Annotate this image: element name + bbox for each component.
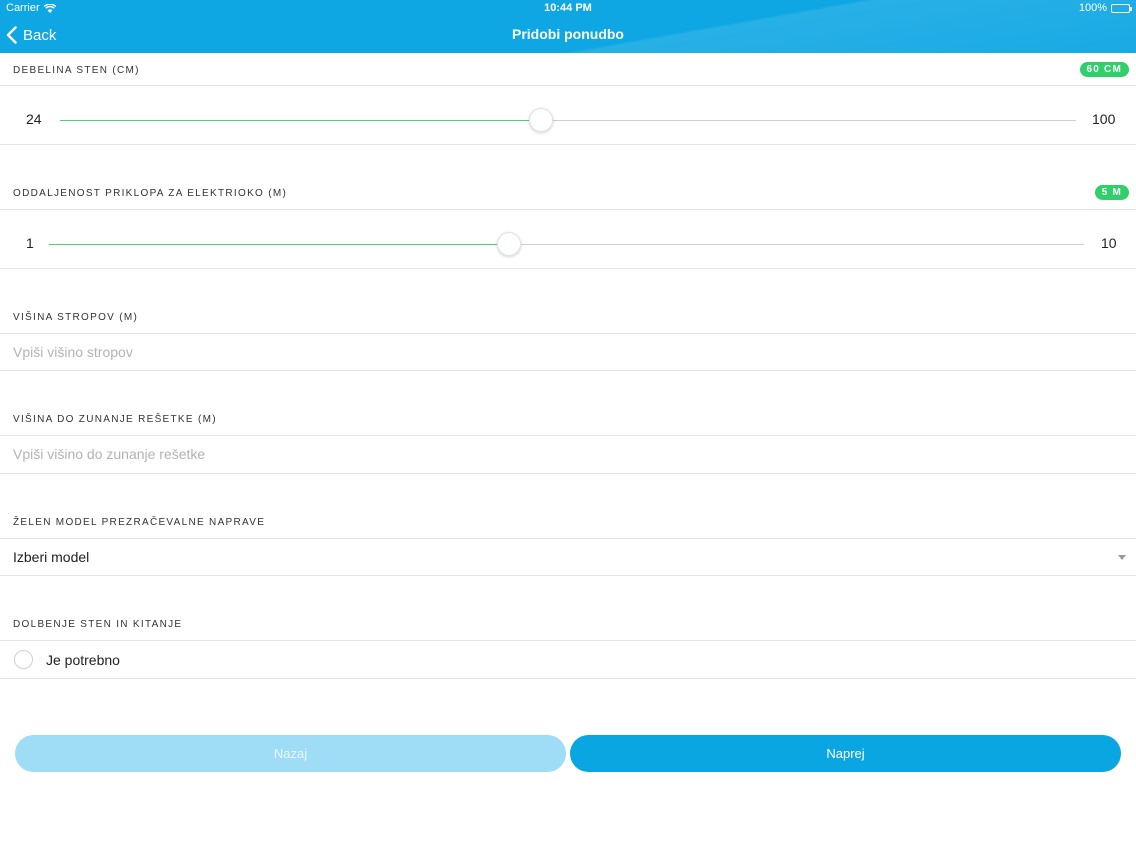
divider (0, 144, 1136, 145)
wall-thickness-badge: 60 CM (1079, 62, 1129, 77)
next-button[interactable]: Naprej (570, 735, 1121, 772)
battery-icon (1111, 3, 1132, 13)
divider (0, 678, 1136, 679)
power-distance-slider[interactable]: 1 10 (0, 215, 1136, 273)
slider-thumb[interactable] (529, 108, 554, 132)
grille-height-input[interactable] (0, 436, 1136, 472)
divider (0, 473, 1136, 474)
page-title: Pridobi ponudbo (512, 26, 624, 42)
wall-thickness-slider[interactable]: 24 100 (0, 91, 1136, 149)
ceiling-height-label: VIŠINA STROPOV (M) (13, 312, 139, 323)
caret-down-icon (1118, 555, 1126, 560)
power-distance-min: 1 (26, 235, 34, 251)
navigation-bar: Carrier 10:44 PM 100% Back Pridobi ponud… (0, 0, 1136, 53)
wall-thickness-min: 24 (26, 111, 42, 127)
wall-thickness-label: DEBELINA STEN (CM) (13, 65, 140, 76)
back-button[interactable]: Nazaj (15, 735, 566, 772)
device-model-label: ŽELEN MODEL PREZRAČEVALNE NAPRAVE (13, 517, 266, 528)
power-distance-badge: 5 M (1094, 185, 1129, 200)
divider (0, 575, 1136, 576)
ceiling-height-input[interactable] (0, 334, 1136, 370)
slider-track-filled (60, 120, 542, 121)
device-model-value: Izberi model (13, 549, 90, 565)
wall-drilling-option-label: Je potrebno (46, 652, 120, 668)
slider-thumb[interactable] (497, 232, 521, 256)
status-battery: 100% (1078, 2, 1132, 14)
radio-button[interactable] (14, 650, 33, 669)
divider (0, 209, 1136, 210)
battery-percent: 100% (1078, 2, 1107, 14)
slider-track[interactable] (49, 244, 1084, 245)
divider (0, 85, 1136, 86)
device-model-select[interactable]: Izberi model (0, 539, 1136, 575)
divider (0, 370, 1136, 371)
status-time: 10:44 PM (544, 2, 592, 14)
grille-height-label: VIŠINA DO ZUNANJE REŠETKE (M) (13, 414, 217, 425)
divider (0, 268, 1136, 269)
power-distance-max: 10 (1101, 235, 1117, 251)
wall-drilling-label: DOLBENJE STEN IN KITANJE (13, 619, 183, 630)
power-distance-label: ODDALJENOST PRIKLOPA ZA ELEKTRIOKO (M) (13, 188, 288, 199)
wall-drilling-option[interactable]: Je potrebno (0, 641, 1136, 678)
wall-thickness-max: 100 (1092, 111, 1116, 127)
slider-track[interactable] (60, 120, 1076, 121)
slider-track-filled (49, 244, 509, 245)
